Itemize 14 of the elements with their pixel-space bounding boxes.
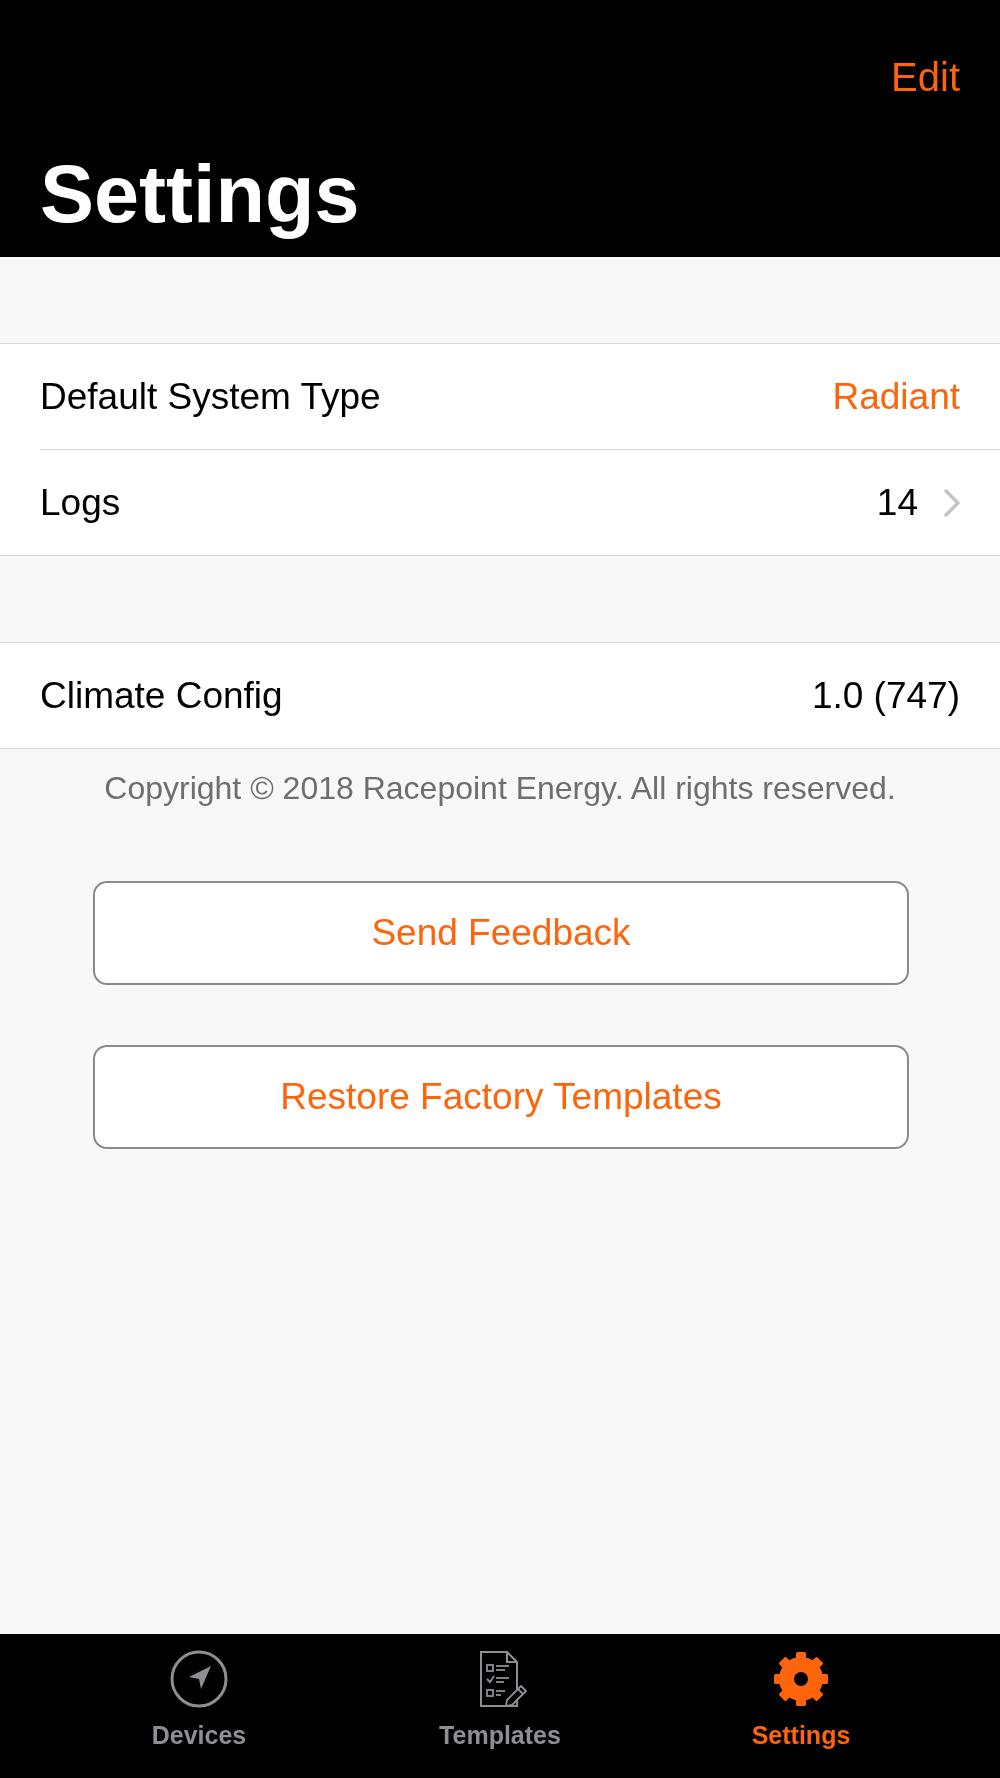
row-label: Climate Config — [40, 674, 283, 717]
chevron-icon — [944, 488, 960, 517]
tab[interactable]: Settings — [751, 1634, 851, 1750]
gear-icon — [772, 1650, 830, 1708]
tab[interactable]: Templates — [439, 1634, 561, 1750]
row-value: 14 — [876, 481, 918, 524]
row-label: Default System Type — [40, 375, 381, 418]
row-value: 1.0 (747) — [811, 674, 960, 717]
row-value: Radiant — [832, 375, 960, 418]
copyright-text: Copyright © 2018 Racepoint Energy. All rights reserved. — [104, 769, 896, 807]
tab[interactable]: Devices — [151, 1634, 247, 1750]
page-title: Settings — [40, 149, 360, 239]
edit-button[interactable]: Edit — [891, 52, 960, 102]
row-label: Logs — [40, 481, 121, 524]
